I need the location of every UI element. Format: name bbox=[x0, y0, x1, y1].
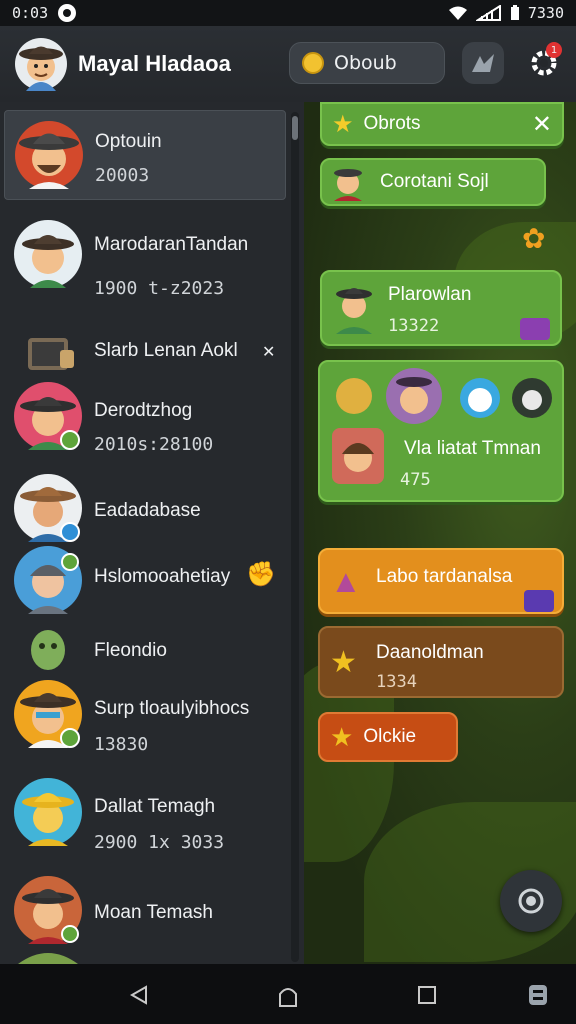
chat-subtext: 475 bbox=[400, 470, 431, 490]
chat-text: Labo tardanalsa bbox=[376, 566, 513, 587]
contact-item[interactable]: Slarb Lenan Aokl ✕ bbox=[0, 322, 290, 382]
contact-name: Surp tloaulyibhocs bbox=[94, 698, 250, 719]
sticker-icon bbox=[520, 318, 550, 340]
contact-avatar bbox=[14, 546, 82, 614]
hand-icon: ✊ bbox=[246, 560, 276, 588]
contact-item[interactable]: Eadadabase bbox=[0, 474, 290, 544]
chat-bubble[interactable]: ★ Olckie bbox=[318, 712, 458, 762]
app-title: Mayal Hladaoa bbox=[78, 51, 231, 76]
clock: 0:03 bbox=[12, 4, 49, 22]
app-screen: 0:03 7330 Mayal Hladaoa Oboub 1 Optouin … bbox=[0, 0, 576, 1024]
contact-item[interactable]: Moan Temash bbox=[0, 876, 290, 946]
contact-avatar bbox=[31, 630, 65, 670]
sender-avatar bbox=[336, 288, 372, 334]
system-nav-bar bbox=[0, 964, 576, 1024]
contact-name: Moan Temash bbox=[94, 902, 213, 923]
scrollbar-thumb[interactable] bbox=[292, 116, 298, 140]
notification-banner[interactable]: ★ Obrots ✕ bbox=[320, 102, 564, 146]
contact-avatar bbox=[18, 953, 78, 964]
chat-text: Corotani Sojl bbox=[380, 171, 489, 192]
wizard-hat-icon: ▲ bbox=[330, 562, 362, 599]
contact-item[interactable]: Dallat Temagh 2900 1x 3033 bbox=[0, 778, 290, 868]
keyboard-icon[interactable] bbox=[528, 984, 548, 1006]
contact-name: Slarb Lenan Aokl bbox=[94, 340, 238, 361]
chat-subtext: 1334 bbox=[376, 672, 417, 692]
camera-icon bbox=[518, 888, 544, 914]
banner-label: Obrots bbox=[363, 113, 421, 134]
contact-name: Hslomooahetiay bbox=[94, 566, 231, 587]
contact-avatar bbox=[14, 474, 82, 542]
chat-bubble[interactable]: ★ Daanoldman 1334 bbox=[318, 626, 564, 698]
battery-icon bbox=[510, 5, 519, 20]
contact-item[interactable] bbox=[0, 950, 290, 964]
chat-bubble[interactable]: ▲ Labo tardanalsa bbox=[318, 548, 564, 614]
contact-subtitle: 2900 1x 3033 bbox=[94, 832, 225, 853]
contact-name: Optouin bbox=[95, 131, 162, 152]
contact-avatar bbox=[14, 220, 82, 288]
share-button[interactable] bbox=[462, 42, 504, 84]
chat-bubble[interactable]: Corotani Sojl bbox=[320, 158, 546, 206]
contact-name: Dallat Temagh bbox=[94, 796, 216, 817]
battery-percent: 7330 bbox=[527, 4, 564, 22]
contact-subtitle: 2010s:28100 bbox=[94, 434, 214, 455]
contact-subtitle: 1900 t-z2023 bbox=[94, 278, 225, 299]
wifi-icon bbox=[448, 6, 467, 20]
app-notification-icon bbox=[58, 4, 77, 22]
contact-item[interactable]: Hslomooahetiay ✊ bbox=[0, 546, 290, 616]
sender-avatar bbox=[332, 428, 384, 484]
notification-badge: 1 bbox=[546, 42, 562, 58]
contact-item[interactable]: Fleondio bbox=[0, 622, 290, 678]
contact-name: Derodtzhog bbox=[94, 400, 193, 421]
contact-name: Eadadabase bbox=[94, 500, 201, 521]
coin-icon bbox=[302, 52, 324, 74]
star-icon: ★ bbox=[332, 110, 354, 138]
contact-subtitle: 20003 bbox=[95, 165, 150, 186]
close-icon[interactable]: ✕ bbox=[532, 110, 552, 139]
camera-button[interactable] bbox=[500, 870, 562, 932]
chat-subtext: 13322 bbox=[388, 316, 440, 336]
contact-item[interactable]: Optouin 20003 bbox=[4, 110, 286, 200]
contact-avatar bbox=[14, 876, 82, 944]
status-bar: 0:03 7330 bbox=[0, 0, 576, 26]
recent-apps-icon[interactable] bbox=[416, 984, 438, 1006]
scrollbar-track[interactable] bbox=[291, 112, 299, 962]
chat-text: Daanoldman bbox=[376, 642, 484, 663]
signal-icon bbox=[475, 5, 501, 21]
contact-item[interactable]: Derodtzhog 2010s:28100 bbox=[0, 382, 290, 472]
star-icon: ★ bbox=[330, 645, 357, 679]
sender-avatar bbox=[334, 169, 362, 201]
share-icon bbox=[472, 54, 494, 72]
contact-avatar bbox=[14, 778, 82, 846]
contact-avatar bbox=[14, 680, 82, 748]
chat-text: Plarowlan bbox=[388, 284, 472, 305]
settings-button[interactable]: 1 bbox=[522, 42, 566, 84]
coins-button[interactable]: Oboub bbox=[289, 42, 445, 84]
profile-avatar[interactable] bbox=[14, 37, 68, 91]
close-icon[interactable]: ✕ bbox=[262, 342, 275, 361]
contact-item[interactable]: Surp tloaulyibhocs 13830 bbox=[0, 680, 290, 770]
chat-bubble[interactable]: Plarowlan 13322 bbox=[320, 270, 562, 346]
contact-avatar bbox=[14, 382, 82, 450]
chat-text: Olckie bbox=[363, 726, 417, 747]
chat-text: Vla liatat Tmnan bbox=[404, 438, 541, 459]
back-icon[interactable] bbox=[128, 984, 150, 1006]
star-icon: ★ bbox=[330, 721, 354, 752]
contact-name: Fleondio bbox=[94, 640, 167, 661]
contact-avatar bbox=[15, 121, 83, 189]
group-chat-bubble[interactable]: Vla liatat Tmnan 475 bbox=[318, 360, 564, 502]
coins-label: Oboub bbox=[334, 52, 397, 74]
chat-panel[interactable]: ★ Obrots ✕ Corotani Sojl ✿ Plarowlan 133… bbox=[304, 102, 576, 964]
contact-name: MarodaranTandan bbox=[94, 234, 249, 255]
contact-subtitle: 13830 bbox=[94, 734, 149, 755]
contact-list[interactable]: Optouin 20003 MarodaranTandan 1900 t-z20… bbox=[0, 102, 304, 964]
app-bar: Mayal Hladaoa Oboub 1 bbox=[0, 26, 576, 126]
cookie-icon: ✿ bbox=[522, 222, 546, 255]
treasure-chest-icon bbox=[28, 338, 74, 370]
home-icon[interactable] bbox=[276, 984, 300, 1008]
sticker-icon bbox=[524, 590, 554, 612]
contact-item[interactable]: MarodaranTandan 1900 t-z2023 bbox=[0, 210, 290, 300]
